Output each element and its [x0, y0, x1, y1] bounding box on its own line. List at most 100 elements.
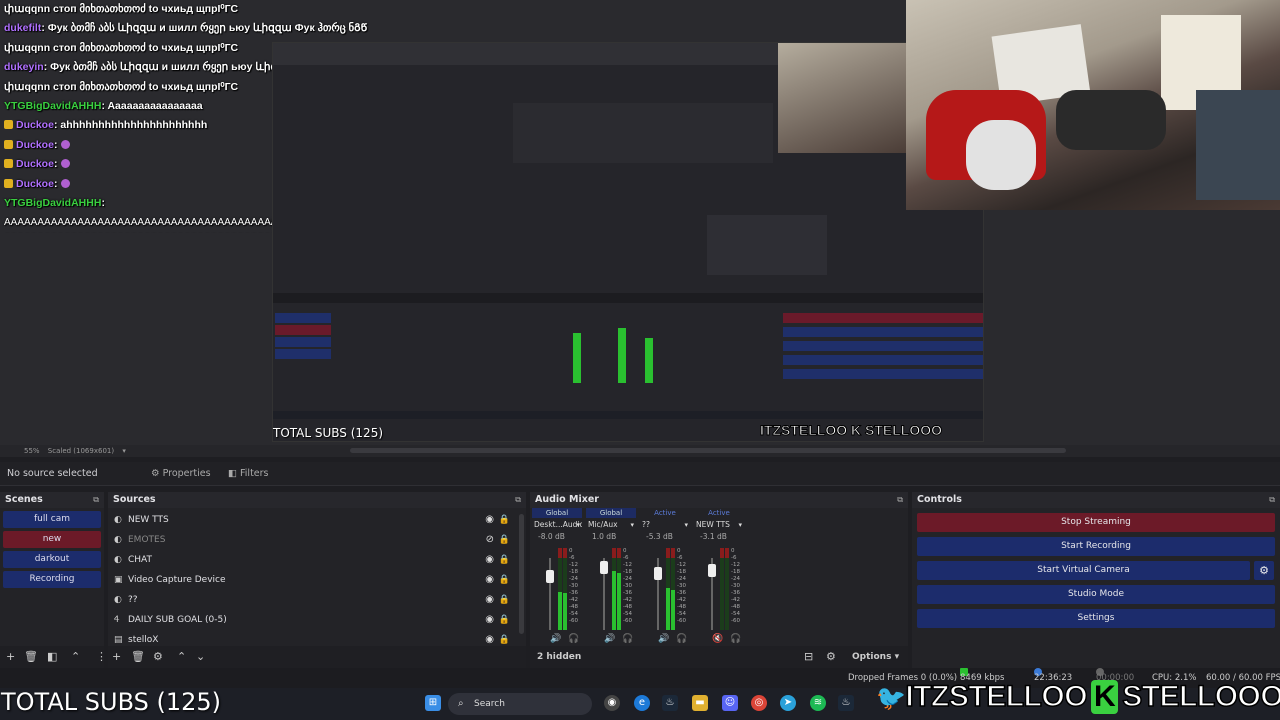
source-item[interactable]: ◐ CHAT ◉ 🔒	[108, 550, 526, 570]
edge-icon[interactable]: e	[634, 695, 650, 711]
lock-icon[interactable]: 🔒	[499, 590, 510, 610]
chat-username: Duckoe	[16, 177, 54, 190]
start-virtual-camera-button[interactable]: Start Virtual Camera	[917, 561, 1250, 580]
studio-mode-button[interactable]: Studio Mode	[917, 585, 1275, 604]
move-up-icon[interactable]: ⌃	[177, 646, 186, 668]
undock-icon[interactable]: ⧉	[93, 492, 99, 508]
zoom-level[interactable]: 55%	[24, 447, 40, 455]
mixer-advanced-icon[interactable]: ⚙	[826, 646, 836, 668]
filters-button[interactable]: ◧ Filters	[228, 462, 269, 486]
chat-emote-icon	[61, 139, 71, 149]
brand-right: STELLOOO	[1121, 679, 1280, 714]
speaker-icon[interactable]: 🔊	[550, 634, 561, 644]
muted-speaker-icon[interactable]: 🔇	[712, 634, 723, 644]
chevron-down-icon: ▾	[630, 521, 634, 529]
mixer-layout-icon[interactable]: ⊟	[804, 646, 813, 668]
stream-preview[interactable]: փաqqnn стоп მიხთათხთოძ to чхиьд щпрІ⁰ГС d…	[0, 0, 1280, 445]
chevron-down-icon: ▾	[576, 521, 580, 529]
steam-icon[interactable]: ♨	[662, 695, 678, 711]
steam-icon-2[interactable]: ♨	[838, 695, 854, 711]
telegram-icon[interactable]: ➤	[780, 695, 796, 711]
settings-button[interactable]: Settings	[917, 609, 1275, 628]
chrome-icon[interactable]: ◎	[751, 695, 767, 711]
meter-scale-label: 0	[731, 548, 735, 554]
channel-name-dropdown[interactable]: ?? ▾	[640, 518, 690, 532]
eye-icon[interactable]: ◉	[485, 510, 494, 530]
remove-scene-icon[interactable]: 🗑	[24, 646, 38, 668]
obs-app-icon[interactable]: ◉	[604, 695, 620, 711]
lock-icon[interactable]: 🔒	[499, 610, 510, 630]
gear-icon: ⚙	[151, 468, 160, 479]
scene-item[interactable]: Recording	[3, 571, 101, 588]
undock-icon[interactable]: ⧉	[1269, 492, 1275, 508]
lock-icon[interactable]: 🔒	[499, 510, 510, 530]
source-item[interactable]: ◐ NEW TTS ◉ 🔒	[108, 510, 526, 530]
remove-source-icon[interactable]: 🗑	[131, 646, 145, 668]
chat-username: Duckoe	[16, 138, 54, 151]
meter-level-fill	[558, 591, 562, 630]
undock-icon[interactable]: ⧉	[515, 492, 521, 508]
volume-fader-handle[interactable]	[546, 570, 554, 583]
add-scene-icon[interactable]: +	[6, 646, 15, 668]
scene-filters-icon[interactable]: ◧	[47, 646, 57, 668]
meter-scale-label: -60	[569, 618, 578, 624]
volume-fader-track[interactable]	[549, 558, 551, 630]
file-explorer-icon[interactable]: ▬	[692, 695, 708, 711]
monitor-icon[interactable]: 🎧	[730, 634, 741, 644]
undock-icon[interactable]: ⧉	[897, 492, 903, 508]
volume-fader-handle[interactable]	[654, 567, 662, 580]
scene-item[interactable]: full cam	[3, 511, 101, 528]
speaker-icon[interactable]: 🔊	[604, 634, 615, 644]
channel-name-dropdown[interactable]: Deskt...Audio ▾	[532, 518, 582, 532]
source-settings-icon[interactable]: ⚙	[153, 646, 163, 668]
lock-icon[interactable]: 🔒	[499, 570, 510, 590]
source-item[interactable]: ◐ EMOTES ⊘ 🔒	[108, 530, 526, 550]
scene-item[interactable]: new	[3, 531, 101, 548]
hidden-count[interactable]: 2 hidden	[537, 646, 581, 668]
chat-username: YTGBigDavidAHHH	[4, 99, 102, 112]
monitor-icon[interactable]: 🎧	[568, 634, 579, 644]
add-source-icon[interactable]: +	[112, 646, 121, 668]
preview-scrollbar[interactable]	[350, 448, 1066, 453]
more-icon[interactable]: ⋮	[96, 646, 107, 668]
source-item[interactable]: Ꮞ DAILY SUB GOAL (0-5) ◉ 🔒	[108, 610, 526, 630]
spotify-icon[interactable]: ≋	[810, 695, 826, 711]
taskbar-search[interactable]: ⌕ Search	[448, 693, 592, 715]
windows-start-icon[interactable]: ⊞	[425, 695, 441, 711]
virtual-camera-settings-icon[interactable]: ⚙	[1254, 561, 1274, 580]
properties-label: Properties	[162, 468, 211, 479]
scale-mode[interactable]: Scaled (1069x601)	[48, 447, 114, 455]
properties-button[interactable]: ⚙ Properties	[151, 462, 211, 486]
start-recording-button[interactable]: Start Recording	[917, 537, 1275, 556]
source-list: ◐ NEW TTS ◉ 🔒 ◐ EMOTES ⊘ 🔒 ◐ CHAT ◉ 🔒 ▣ Video Capture…	[108, 508, 526, 650]
source-item[interactable]: ▣ Video Capture Device ◉ 🔒	[108, 570, 526, 590]
chevron-down-icon: ▾	[684, 521, 688, 529]
eye-icon[interactable]: ◉	[485, 610, 494, 630]
eye-icon[interactable]: ◉	[485, 570, 494, 590]
mixer-options-button[interactable]: Options ▾	[852, 646, 899, 668]
speaker-icon[interactable]: 🔊	[658, 634, 669, 644]
scale-dropdown-icon[interactable]: ▾	[122, 447, 126, 455]
lock-icon[interactable]: 🔒	[499, 530, 510, 550]
move-down-icon[interactable]: ⌄	[196, 646, 205, 668]
eye-hidden-icon[interactable]: ⊘	[486, 530, 494, 550]
eye-icon[interactable]: ◉	[485, 590, 494, 610]
discord-icon[interactable]: ☺	[722, 695, 738, 711]
channel-name-dropdown[interactable]: NEW TTS ▾	[694, 518, 744, 532]
eye-icon[interactable]: ◉	[485, 550, 494, 570]
channel-name-dropdown[interactable]: Mic/Aux ▾	[586, 518, 636, 532]
monitor-icon[interactable]: 🎧	[622, 634, 633, 644]
source-item[interactable]: ◐?? ◉ 🔒	[108, 590, 526, 610]
volume-fader-handle[interactable]	[708, 564, 716, 577]
meter-scale-label: -36	[731, 590, 740, 596]
scene-item[interactable]: darkout	[3, 551, 101, 568]
monitor-icon[interactable]: 🎧	[676, 634, 687, 644]
stop-streaming-button[interactable]: Stop Streaming	[917, 513, 1275, 532]
move-up-icon[interactable]: ⌃	[71, 646, 80, 668]
meter-scale-label: -42	[623, 597, 632, 603]
chat-badge-icon	[4, 178, 13, 188]
sources-scrollbar[interactable]	[519, 514, 524, 634]
lock-icon[interactable]: 🔒	[499, 550, 510, 570]
volume-fader-handle[interactable]	[600, 561, 608, 574]
meter-scale-label: -54	[569, 611, 578, 617]
